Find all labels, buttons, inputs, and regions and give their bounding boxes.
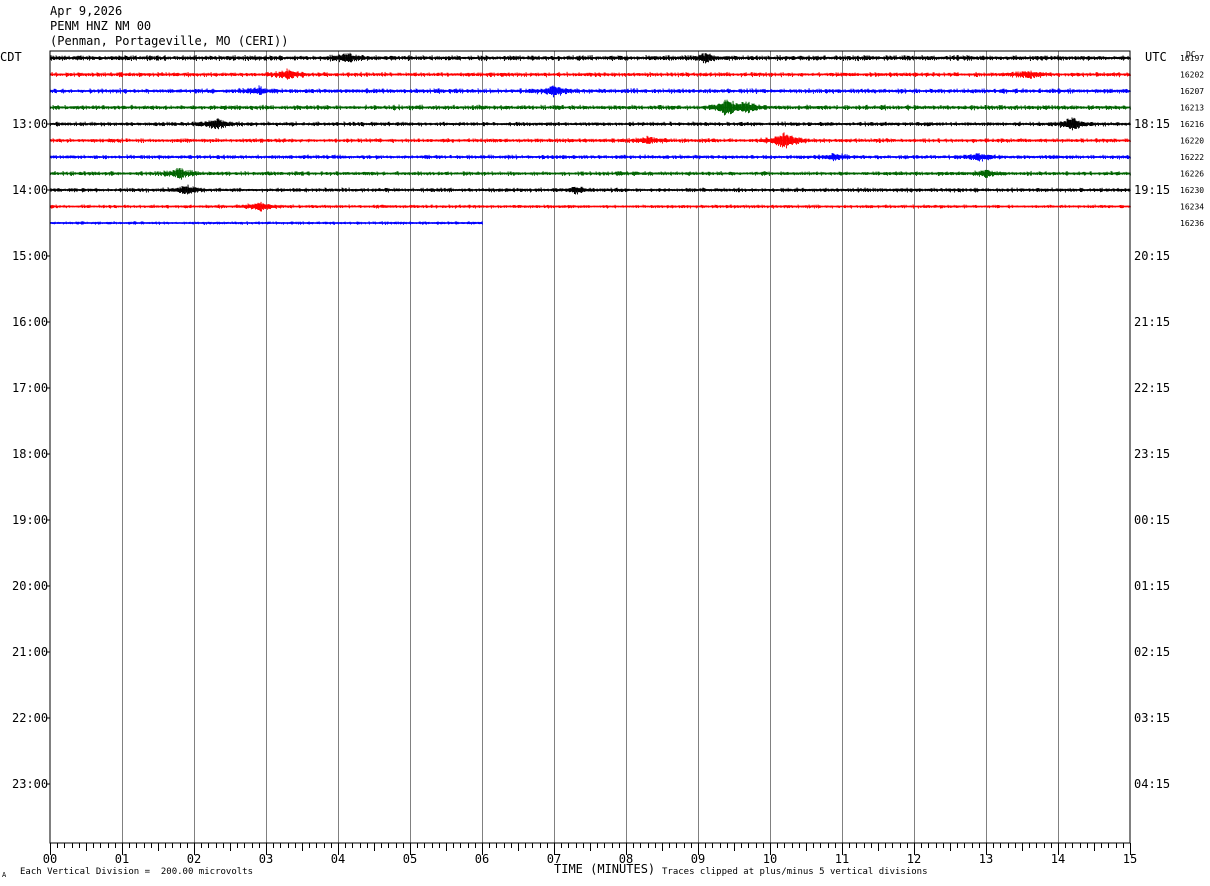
grid-lines xyxy=(122,51,1059,843)
plot-frame xyxy=(49,50,1131,844)
x-tick-label: 14 xyxy=(1051,852,1065,866)
hour-label-utc: 03:15 xyxy=(1134,711,1170,725)
trace-group xyxy=(49,52,1131,226)
clip-note: Traces clipped at plus/minus 5 vertical … xyxy=(662,867,928,877)
dc-offset-label: 16236 xyxy=(1180,219,1204,228)
hour-label-utc: 01:15 xyxy=(1134,579,1170,593)
hour-label-cdt: 22:00 xyxy=(12,711,48,725)
hour-label-cdt: 14:00 xyxy=(12,183,48,197)
x-axis-title: TIME (MINUTES) xyxy=(554,862,656,876)
dc-offset-label: 16234 xyxy=(1180,203,1204,212)
hour-label-cdt: 19:00 xyxy=(12,513,48,527)
label-group: 00 01 02 03 04 05 06 07 08 09 10 11 12 13 14 1513:0014:… xyxy=(12,54,1204,866)
x-tick-label: 02 xyxy=(187,852,201,866)
hour-label-utc: 22:15 xyxy=(1134,381,1170,395)
hour-label-utc: 20:15 xyxy=(1134,249,1170,263)
hour-label-utc: 02:15 xyxy=(1134,645,1170,659)
x-tick-label: 06 xyxy=(475,852,489,866)
hour-label-cdt: 15:00 xyxy=(12,249,48,263)
hour-label-cdt: 13:00 xyxy=(12,117,48,131)
x-tick-label: 11 xyxy=(835,852,849,866)
dc-offset-label: 16222 xyxy=(1180,153,1204,162)
dc-offset-label: 16202 xyxy=(1180,71,1204,80)
dc-offset-label: 16213 xyxy=(1180,104,1204,113)
dc-offset-label: 16216 xyxy=(1180,120,1204,129)
hour-label-utc: 00:15 xyxy=(1134,513,1170,527)
hour-label-cdt: 17:00 xyxy=(12,381,48,395)
hour-label-utc: 19:15 xyxy=(1134,183,1170,197)
hour-label-cdt: 20:00 xyxy=(12,579,48,593)
axes-group xyxy=(46,50,1131,855)
x-tick-label: 05 xyxy=(403,852,417,866)
x-tick-label: 15 xyxy=(1123,852,1137,866)
x-tick-label: 12 xyxy=(907,852,921,866)
dc-offset-label: 16226 xyxy=(1180,170,1204,179)
x-tick-label: 13 xyxy=(979,852,993,866)
hour-label-utc: 21:15 xyxy=(1134,315,1170,329)
dc-offset-label: 16207 xyxy=(1180,87,1204,96)
hour-label-utc: 18:15 xyxy=(1134,117,1170,131)
corner-mark: A xyxy=(2,871,7,879)
x-tick-label: 01 xyxy=(115,852,129,866)
seismogram-plot: 00 01 02 03 04 05 06 07 08 09 10 11 12 13 14 1513:0014:… xyxy=(12,50,1204,866)
x-tick-label: 03 xyxy=(259,852,273,866)
x-tick-label: 00 xyxy=(43,852,57,866)
hour-label-cdt: 21:00 xyxy=(12,645,48,659)
hour-label-utc: 23:15 xyxy=(1134,447,1170,461)
hour-label-utc: 04:15 xyxy=(1134,777,1170,791)
scale-note: Each Vertical Division = 200.00 microvol… xyxy=(20,867,253,877)
x-tick-label: 10 xyxy=(763,852,777,866)
hour-label-cdt: 23:00 xyxy=(12,777,48,791)
dc-offset-label: 16230 xyxy=(1180,186,1204,195)
dc-offset-label: 16197 xyxy=(1180,54,1204,63)
x-tick-label: 04 xyxy=(331,852,345,866)
hour-label-cdt: 18:00 xyxy=(12,447,48,461)
dc-offset-label: 16220 xyxy=(1180,137,1204,146)
x-tick-label: 09 xyxy=(691,852,705,866)
hour-label-cdt: 16:00 xyxy=(12,315,48,329)
